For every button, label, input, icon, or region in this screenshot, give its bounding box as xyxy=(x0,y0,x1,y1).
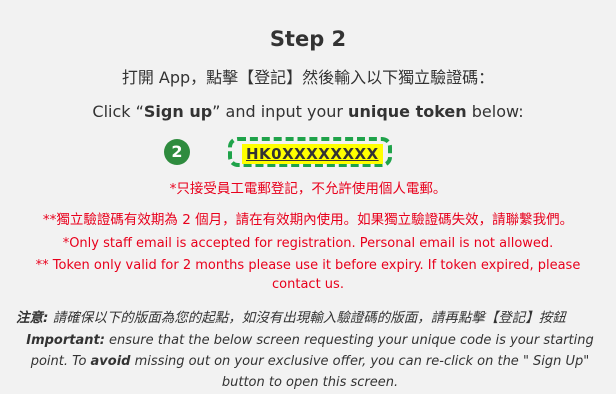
warning-staff-only-en: *Only staff email is accepted for regist… xyxy=(62,236,554,251)
unique-token-emphasis: unique token xyxy=(348,102,467,121)
note-en-label: Important: xyxy=(26,333,105,348)
instruction-zh: 打開 App，點擊【登記】然後輸入以下獨立驗證碼： xyxy=(121,68,495,87)
sign-up-emphasis: Sign up xyxy=(143,102,213,121)
instruction-en: Click “Sign up” and input your unique to… xyxy=(92,102,524,121)
token-row: 2 HK0XXXXXXXX xyxy=(160,137,440,173)
note-zh-label: 注意: xyxy=(16,310,49,326)
note-zh: 注意: 請確保以下的版面為您的起點，如沒有出現輸入驗證碼的版面，請再點擊【登記】… xyxy=(16,310,566,326)
step-title: Step 2 xyxy=(269,27,347,51)
warning-validity-zh: **獨立驗證碼有效期為 2 個月，請在有效期內使用。如果獨立驗證碼失效，請聯繫我… xyxy=(42,212,574,228)
warning-staff-only-zh: *只接受員工電郵登記，不允許使用個人電郵。 xyxy=(169,181,447,197)
note-en: Important: ensure that the below screen … xyxy=(26,333,594,390)
avoid-emphasis: avoid xyxy=(90,354,131,369)
step-number-badge: 2 xyxy=(164,139,190,165)
step-2-panel: Step 2 打開 App，點擊【登記】然後輸入以下獨立驗證碼： Click “… xyxy=(0,0,616,394)
warning-validity-en: ** Token only valid for 2 months please … xyxy=(35,258,581,292)
unique-token-value[interactable]: HK0XXXXXXXX xyxy=(242,144,383,164)
